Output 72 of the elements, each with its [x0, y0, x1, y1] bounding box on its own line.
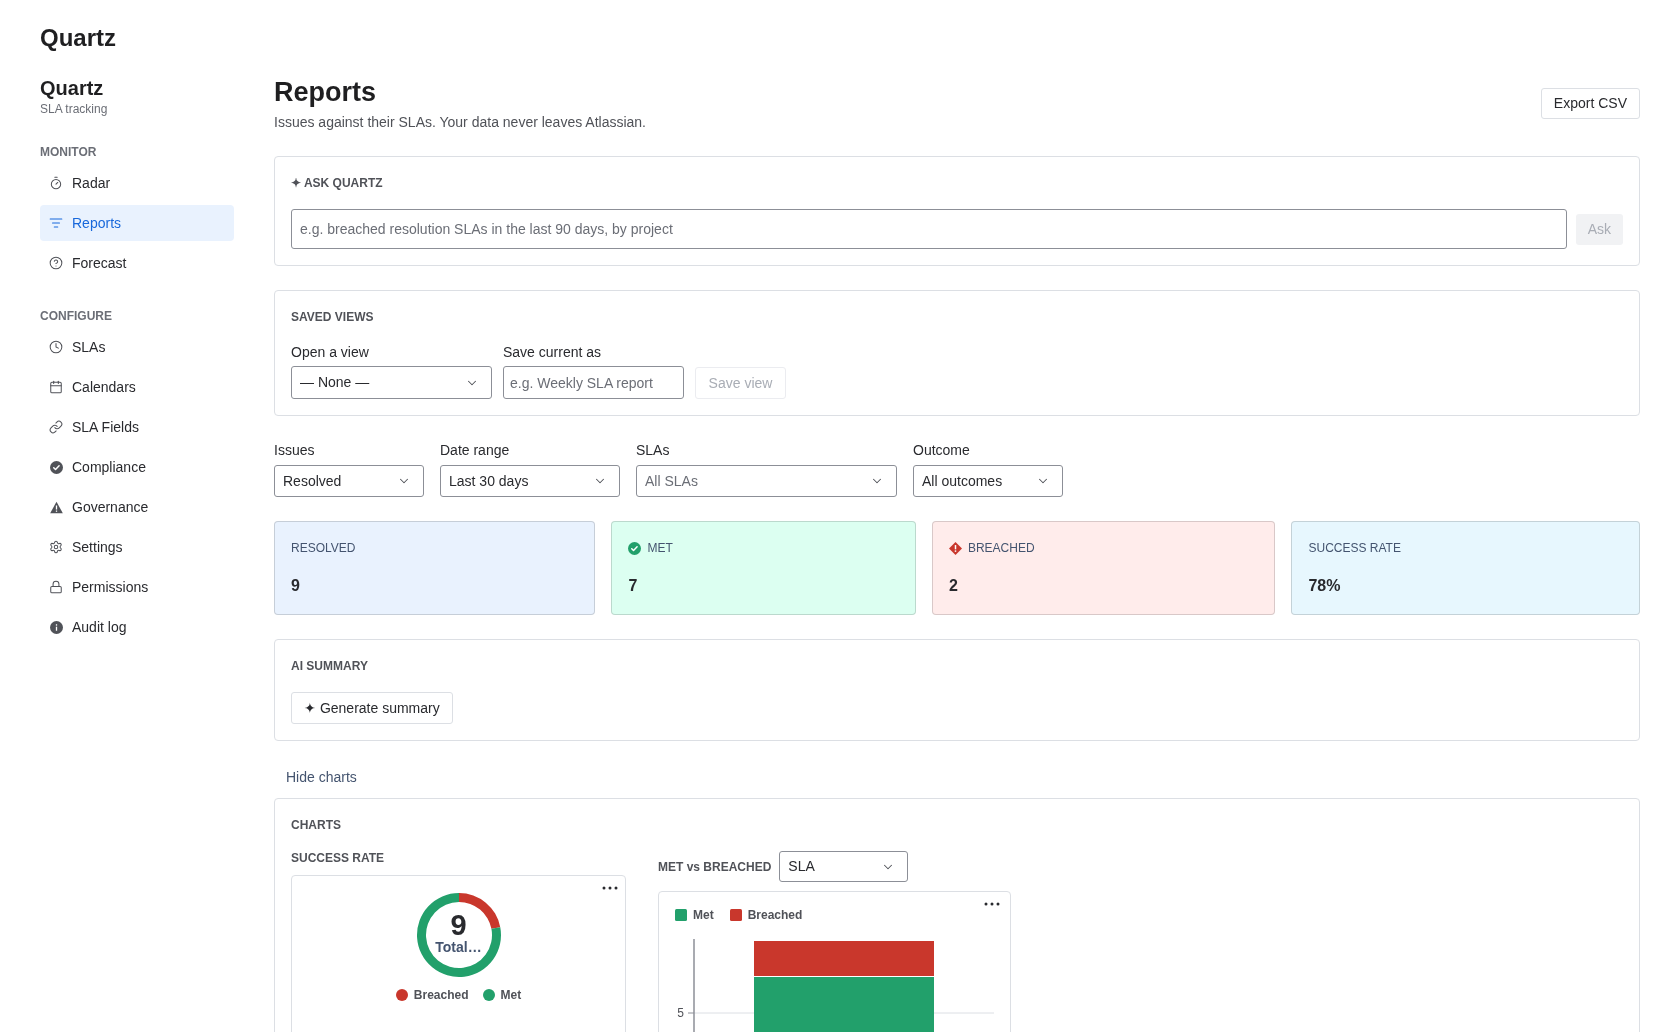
- stat-label: SUCCESS RATE: [1308, 540, 1401, 557]
- sidebar-item[interactable]: SLA Fields: [40, 409, 234, 445]
- lock-icon: [49, 580, 63, 594]
- filter-label: Date range: [440, 441, 511, 460]
- page-title: Reports: [274, 76, 377, 108]
- check-circle-icon: [49, 460, 63, 474]
- legend-label: Met: [693, 907, 714, 924]
- page-subtitle: Issues against their SLAs. Your data never leaves Atlassian.: [274, 113, 646, 132]
- help-icon: [49, 256, 63, 270]
- filter-label: Outcome: [913, 441, 971, 460]
- stat-label: RESOLVED: [291, 540, 356, 557]
- filter-icon: [49, 216, 63, 230]
- section-heading: SAVED VIEWS: [291, 309, 375, 326]
- info-icon: [49, 620, 63, 634]
- more-icon[interactable]: [602, 886, 618, 890]
- stat-value: 7: [628, 576, 639, 596]
- sidebar-section-heading: MONITOR: [40, 144, 98, 160]
- sidebar-item[interactable]: Settings: [40, 529, 234, 565]
- section-heading: ✦ ASK QUARTZ: [291, 175, 384, 192]
- more-icon[interactable]: [984, 902, 1000, 906]
- section-heading: SUCCESS RATE: [291, 850, 386, 867]
- dropdown[interactable]: Last 30 days: [440, 465, 620, 497]
- sidebar-item[interactable]: Forecast: [40, 245, 234, 281]
- warning-icon: [49, 500, 63, 514]
- legend-label: Met: [500, 987, 522, 1004]
- sidebar-title: Quartz: [40, 76, 105, 100]
- settings-icon: [49, 540, 63, 554]
- filter-label: Issues: [274, 441, 316, 460]
- dropdown[interactable]: Resolved: [274, 465, 424, 497]
- app-title: Quartz: [40, 24, 116, 51]
- dropdown[interactable]: — None —: [291, 366, 492, 399]
- section-heading: CHARTS: [291, 817, 342, 834]
- stat-label: BREACHED: [967, 540, 1035, 557]
- sidebar-item[interactable]: Audit log: [40, 609, 234, 645]
- calendar-icon: [49, 380, 63, 394]
- sidebar-item[interactable]: SLAs: [40, 329, 234, 365]
- dropdown[interactable]: All SLAs: [636, 465, 897, 497]
- input-field[interactable]: e.g. breached resolution SLAs in the last 90 days, by project: [291, 209, 1567, 249]
- generate-summary-button[interactable]: ✦ Generate summary: [291, 692, 453, 724]
- stat-value: 2: [948, 576, 959, 596]
- sidebar-item[interactable]: Radar: [40, 165, 234, 201]
- sidebar-item[interactable]: Permissions: [40, 569, 234, 605]
- donut-total-value: 9: [450, 909, 467, 941]
- sidebar-section-heading: CONFIGURE: [40, 308, 113, 324]
- sidebar-subtitle: SLA tracking: [40, 101, 109, 117]
- axis-tick-label: 5: [677, 1006, 684, 1020]
- link-icon: [49, 420, 63, 434]
- clock-icon: [49, 340, 63, 354]
- field-label: Save current as: [503, 343, 603, 362]
- export-button[interactable]: Export CSV: [1540, 88, 1640, 119]
- sidebar-item[interactable]: Compliance: [40, 449, 234, 485]
- warning-diamond-icon: [948, 541, 962, 555]
- dropdown[interactable]: All outcomes: [913, 465, 1063, 497]
- chart-title: MET vs BREACHED: [658, 858, 772, 876]
- dropdown[interactable]: SLA: [779, 851, 909, 882]
- stat-label: MET: [647, 540, 673, 557]
- filter-label: SLAs: [636, 441, 671, 460]
- sidebar-item[interactable]: Calendars: [40, 369, 234, 405]
- stopwatch-icon: [49, 176, 63, 190]
- section-heading: AI SUMMARY: [291, 658, 369, 675]
- tick-mark: [687, 1012, 695, 1014]
- sidebar-item[interactable]: Reports: [40, 205, 234, 241]
- check-circle-icon: [628, 541, 642, 555]
- donut-total-label: Total…: [435, 939, 482, 955]
- input-field[interactable]: e.g. Weekly SLA report: [503, 366, 684, 399]
- stat-value: 78%: [1308, 576, 1342, 596]
- sidebar-item[interactable]: Governance: [40, 489, 234, 525]
- hide-charts-button[interactable]: Hide charts: [274, 761, 369, 793]
- field-label: Open a view: [291, 343, 370, 362]
- legend-label: Breached: [413, 987, 469, 1004]
- legend-label: Breached: [747, 907, 803, 924]
- stat-value: 9: [291, 576, 301, 596]
